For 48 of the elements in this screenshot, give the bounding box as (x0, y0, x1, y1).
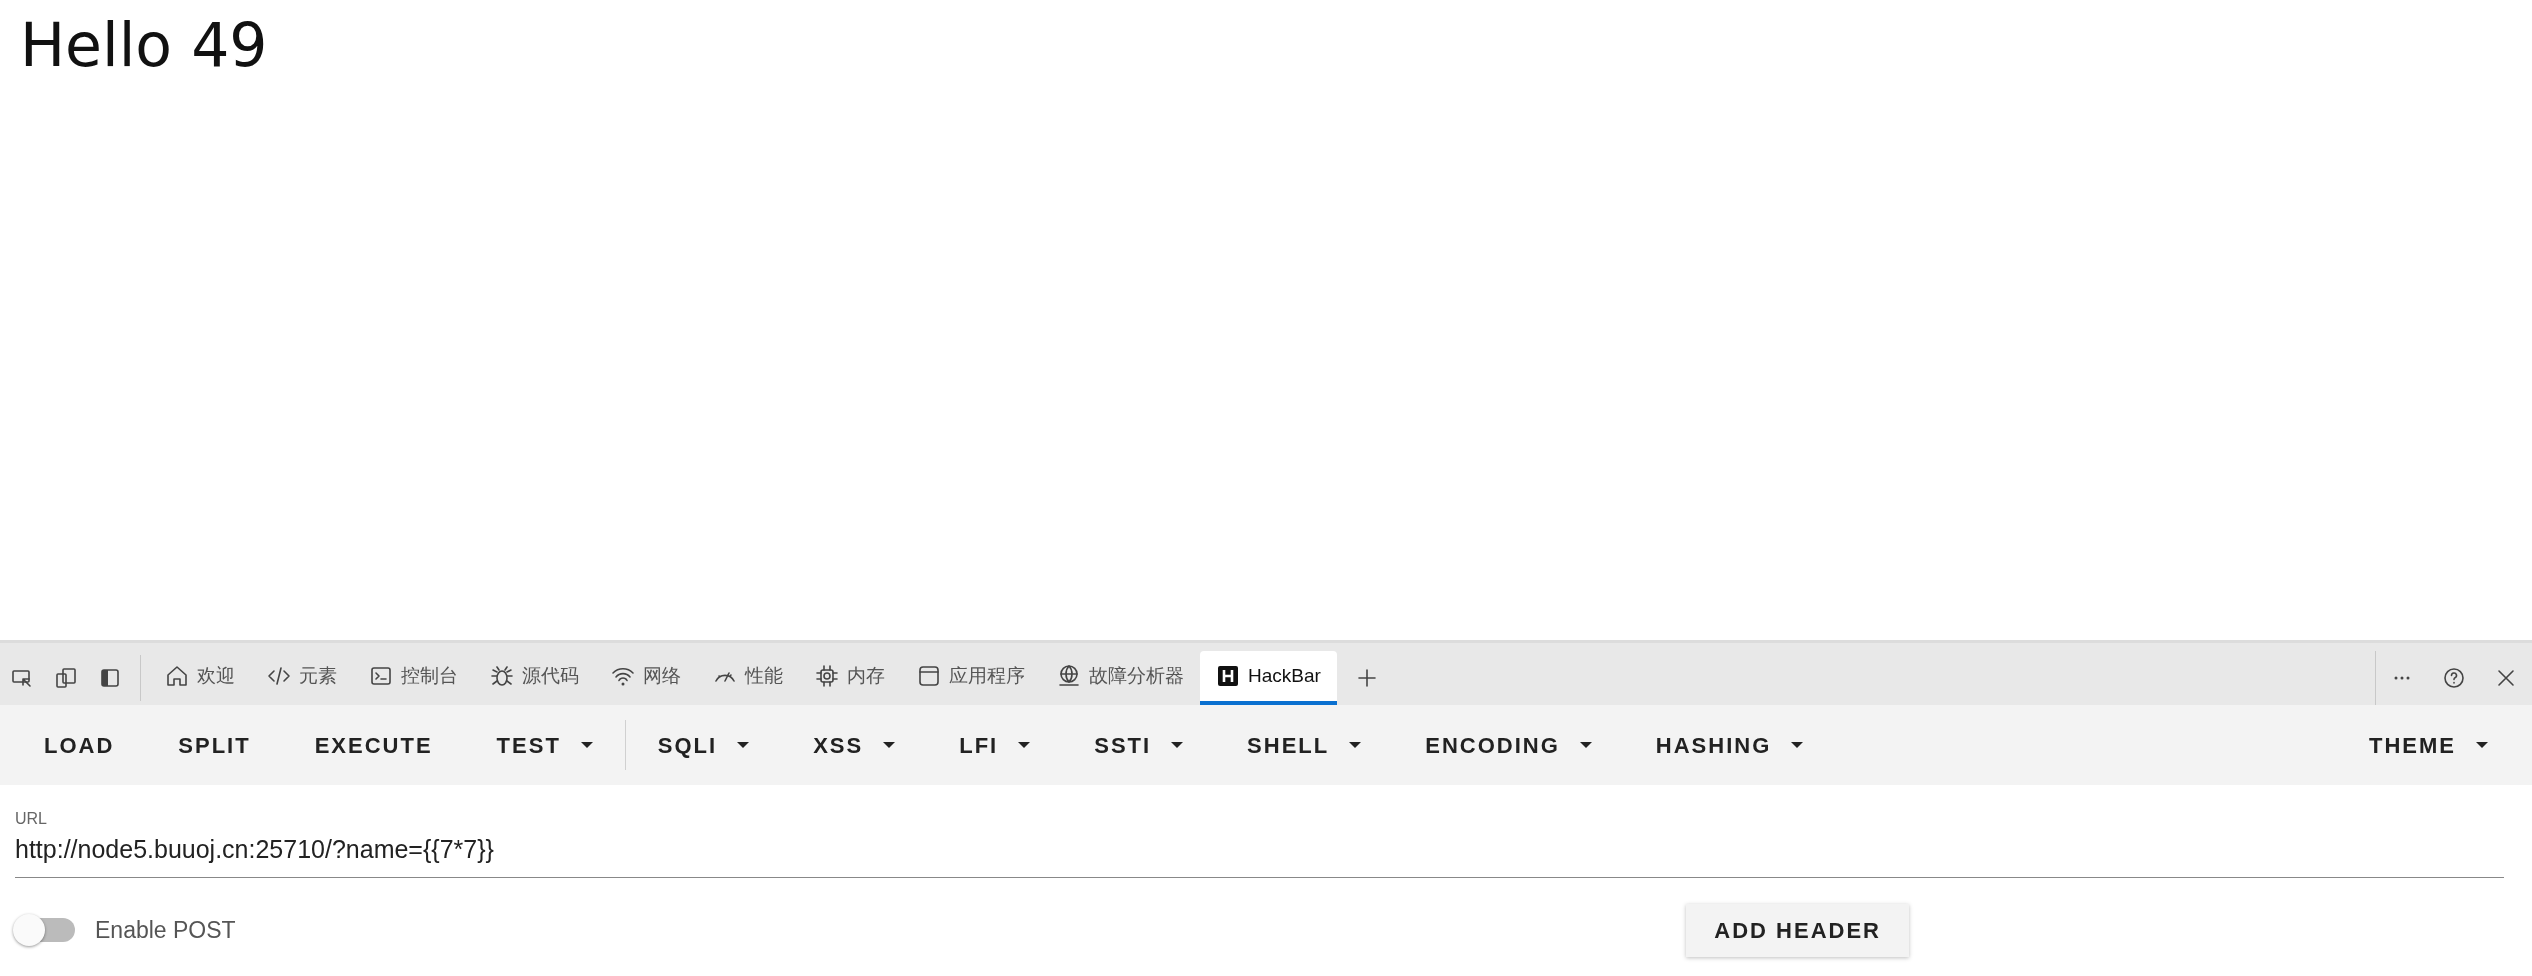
devtools-tab[interactable]: 故障分析器 (1041, 651, 1200, 705)
globe-icon (1057, 664, 1081, 688)
toolbar-button[interactable]: LOAD (12, 718, 147, 772)
devtools-tab[interactable]: 内存 (799, 651, 901, 705)
menu-button[interactable]: ENCODING (1393, 718, 1624, 772)
caret-icon (1791, 742, 1804, 748)
toggle-label: Enable POST (95, 915, 236, 945)
devtools-tab[interactable]: 欢迎 (149, 651, 251, 705)
home-icon (165, 664, 189, 688)
window-icon (917, 664, 941, 688)
caret-icon (580, 742, 593, 748)
dock-icon (98, 666, 122, 690)
toolbar-button[interactable]: SPLIT (146, 718, 283, 772)
add-header-button[interactable]: ADD HEADER (1686, 903, 1909, 957)
menu-button[interactable]: TEST (464, 718, 625, 772)
menu-button[interactable]: THEME (2337, 718, 2520, 772)
more-icon (2394, 676, 2410, 680)
menu-button[interactable]: XSS (781, 718, 928, 772)
menu-button[interactable]: SHELL (1215, 718, 1394, 772)
console-icon (369, 664, 393, 688)
menu-button[interactable]: HASHING (1623, 718, 1836, 772)
devtools-tab[interactable]: 应用程序 (901, 651, 1041, 705)
caret-icon (737, 742, 750, 748)
toolbar-button[interactable]: EXECUTE (282, 718, 465, 772)
page-heading: Hello 49 (20, 12, 268, 78)
menu-button[interactable]: LFI (927, 718, 1063, 772)
menu-button[interactable]: SSTI (1062, 718, 1216, 772)
caret-icon (1171, 742, 1184, 748)
chip-icon (815, 664, 839, 688)
caret-icon (1579, 742, 1592, 748)
devtools-tab[interactable]: 控制台 (353, 651, 474, 705)
devtools-tab[interactable]: HackBar (1200, 651, 1337, 705)
caret-icon (1349, 742, 1362, 748)
code-icon (267, 664, 291, 688)
devtools-tab[interactable]: 元素 (251, 651, 353, 705)
caret-icon (883, 742, 896, 748)
devtools-tab[interactable]: 性能 (697, 651, 799, 705)
bug-icon (490, 664, 514, 688)
url-label: URL (15, 809, 48, 829)
caret-icon (2476, 742, 2488, 748)
menu-button[interactable]: SQLI (625, 718, 782, 772)
url-field[interactable]: http://node5.buuoj.cn:25710/?name={{7*7}} (15, 831, 2504, 878)
hackbar-logo-icon (1216, 664, 1240, 688)
caret-icon (1018, 742, 1031, 748)
devtools-tab[interactable]: 网络 (595, 651, 697, 705)
help-icon (2442, 666, 2466, 690)
device-icon (54, 666, 78, 690)
devtools-tab[interactable]: 源代码 (474, 651, 595, 705)
